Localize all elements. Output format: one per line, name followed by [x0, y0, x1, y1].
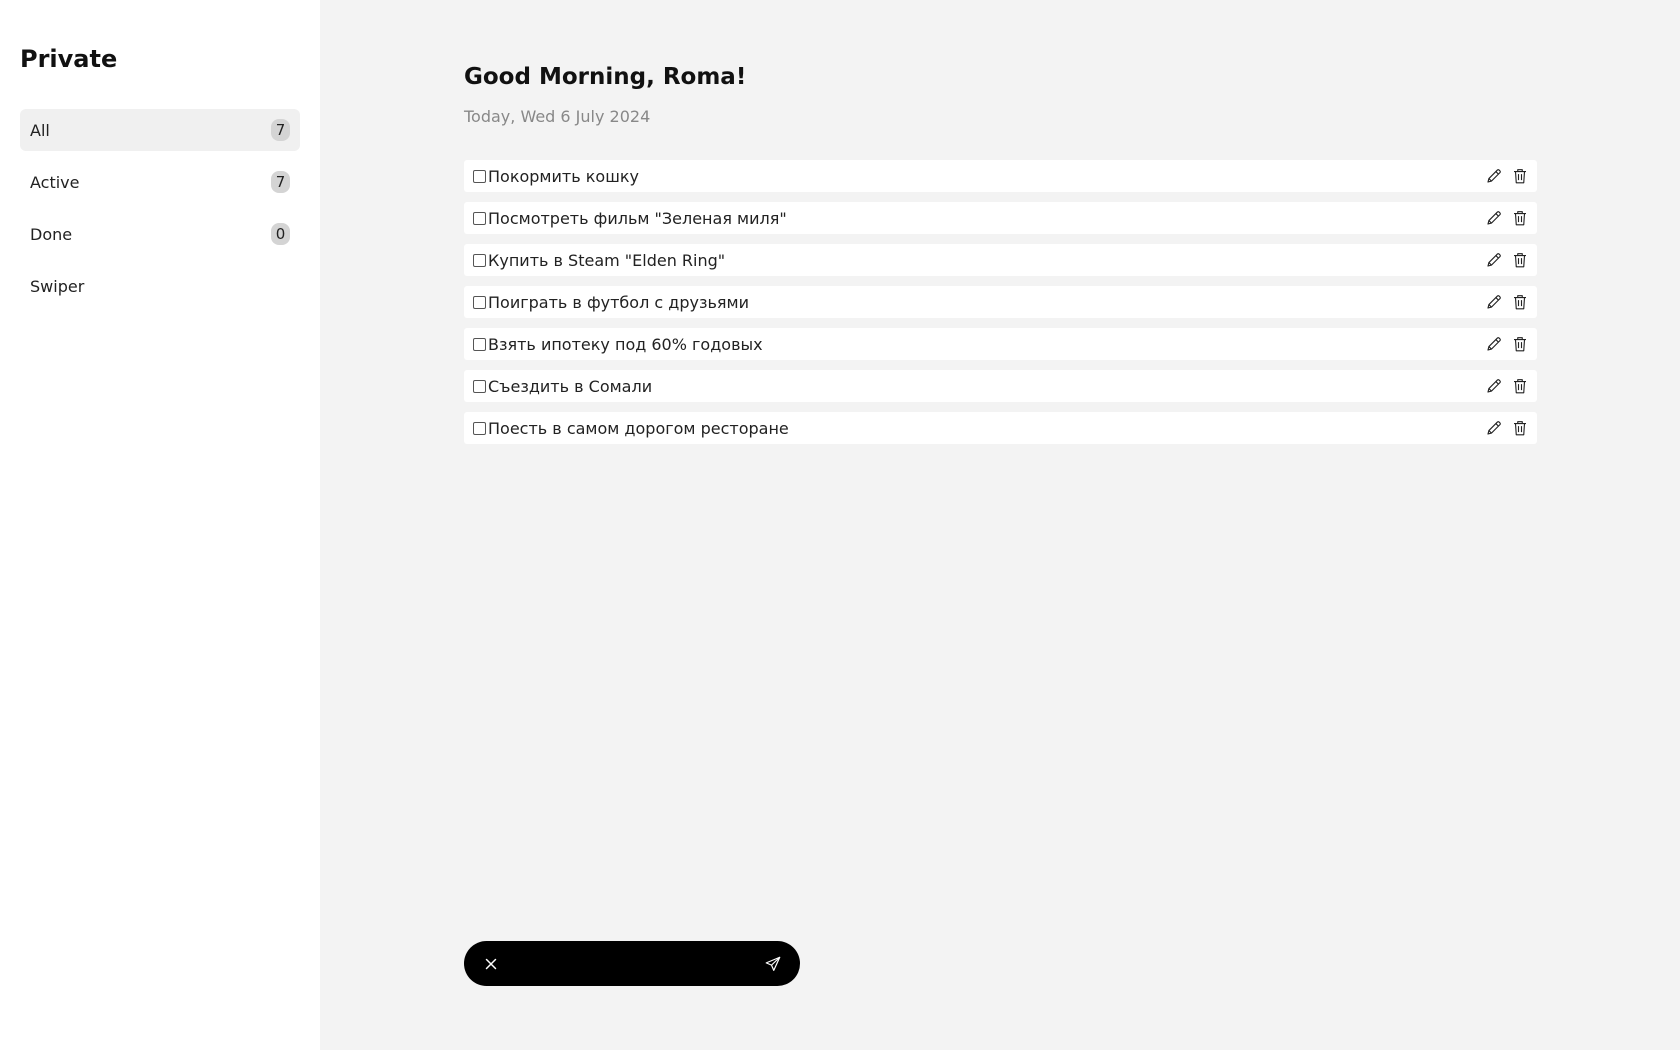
pencil-icon[interactable] [1485, 251, 1503, 269]
task-row: Поесть в самом дорогом ресторане [464, 412, 1537, 444]
task-text: Купить в Steam "Elden Ring" [488, 250, 726, 270]
task-text: Съездить в Сомали [488, 376, 653, 396]
trash-icon[interactable] [1511, 419, 1529, 437]
sidebar-item-label: All [30, 120, 50, 140]
sidebar-item-active[interactable]: Active 7 [20, 161, 300, 203]
trash-icon[interactable] [1511, 251, 1529, 269]
trash-icon[interactable] [1511, 293, 1529, 311]
task-row: Покормить кошку [464, 160, 1537, 192]
greeting-title: Good Morning, Roma! [464, 64, 747, 90]
sidebar-item-label: Active [30, 172, 80, 192]
sidebar-item-swiper[interactable]: Swiper [20, 265, 300, 307]
task-row: Посмотреть фильм "Зеленая миля" [464, 202, 1537, 234]
task-checkbox[interactable] [473, 169, 486, 183]
sidebar-item-done[interactable]: Done 0 [20, 213, 300, 255]
count-badge: 7 [271, 171, 290, 193]
task-text: Покормить кошку [488, 166, 639, 186]
pencil-icon[interactable] [1485, 167, 1503, 185]
close-icon[interactable] [482, 955, 500, 973]
sidebar: Private All 7 Active 7 Done 0 Swiper [0, 0, 320, 1050]
task-row: Купить в Steam "Elden Ring" [464, 244, 1537, 276]
task-actions [1485, 335, 1529, 353]
sidebar-title: Private [20, 45, 118, 73]
new-task-input[interactable] [512, 948, 752, 979]
task-actions [1485, 293, 1529, 311]
task-text: Поиграть в футбол с друзьями [488, 292, 749, 312]
pencil-icon[interactable] [1485, 419, 1503, 437]
pencil-icon[interactable] [1485, 293, 1503, 311]
task-checkbox[interactable] [473, 211, 486, 225]
sidebar-item-all[interactable]: All 7 [20, 109, 300, 151]
date-subtitle: Today, Wed 6 July 2024 [464, 107, 651, 126]
task-text: Взять ипотеку под 60% годовых [488, 334, 763, 354]
task-actions [1485, 251, 1529, 269]
task-row: Взять ипотеку под 60% годовых [464, 328, 1537, 360]
task-compose-bar [464, 941, 800, 986]
app-root: Private All 7 Active 7 Done 0 Swiper Goo… [0, 0, 1680, 1050]
task-actions [1485, 377, 1529, 395]
sidebar-item-label: Swiper [30, 276, 85, 296]
pencil-icon[interactable] [1485, 209, 1503, 227]
count-badge: 7 [271, 119, 290, 141]
trash-icon[interactable] [1511, 209, 1529, 227]
task-checkbox[interactable] [473, 253, 486, 267]
task-row: Поиграть в футбол с друзьями [464, 286, 1537, 318]
sidebar-nav: All 7 Active 7 Done 0 Swiper [20, 109, 300, 317]
count-badge: 0 [271, 223, 290, 245]
task-text: Посмотреть фильм "Зеленая миля" [488, 208, 787, 228]
task-text: Поесть в самом дорогом ресторане [488, 418, 789, 438]
pencil-icon[interactable] [1485, 377, 1503, 395]
task-actions [1485, 209, 1529, 227]
task-actions [1485, 167, 1529, 185]
task-checkbox[interactable] [473, 379, 486, 393]
trash-icon[interactable] [1511, 377, 1529, 395]
send-icon[interactable] [764, 955, 782, 973]
pencil-icon[interactable] [1485, 335, 1503, 353]
task-row: Съездить в Сомали [464, 370, 1537, 402]
task-checkbox[interactable] [473, 337, 486, 351]
sidebar-item-label: Done [30, 224, 73, 244]
trash-icon[interactable] [1511, 167, 1529, 185]
task-list: Покормить кошку Посмотреть фильм "Зелена… [464, 160, 1537, 454]
task-checkbox[interactable] [473, 295, 486, 309]
task-checkbox[interactable] [473, 421, 486, 435]
trash-icon[interactable] [1511, 335, 1529, 353]
task-actions [1485, 419, 1529, 437]
